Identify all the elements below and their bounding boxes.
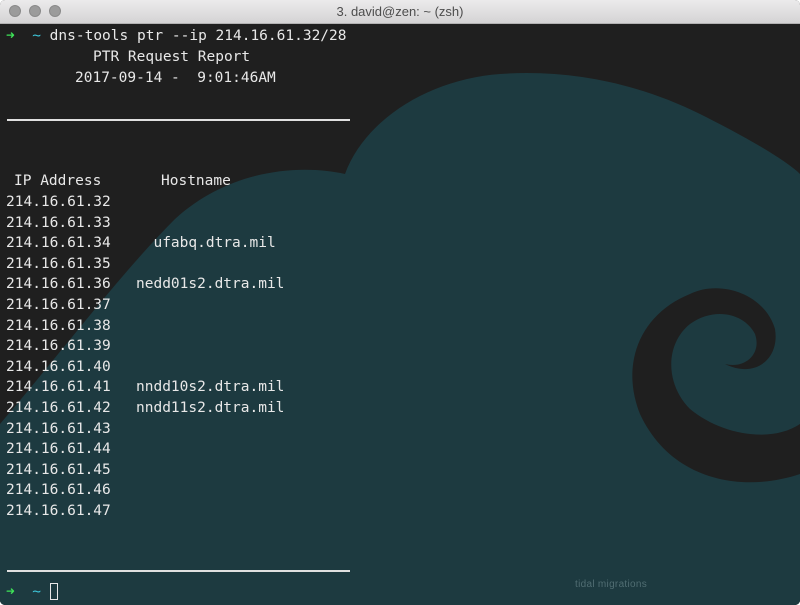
- ip-address-cell: 214.16.61.46: [6, 482, 111, 499]
- table-row: 214.16.61.39: [6, 336, 136, 356]
- text-cursor: [49, 583, 58, 600]
- ip-address-cell: 214.16.61.32: [6, 194, 111, 210]
- ip-address-cell: 214.16.61.34: [6, 235, 111, 252]
- ip-address-cell: 214.16.61.45: [6, 461, 111, 478]
- column-header-hostname: Hostname: [161, 173, 231, 189]
- ip-address-cell: 214.16.61.44: [6, 441, 111, 458]
- table-row: 214.16.61.33: [6, 213, 136, 233]
- command-text: dns-tools ptr --ip 214.16.61.32/28: [49, 28, 347, 44]
- ip-address-cell: 214.16.61.33: [6, 214, 111, 231]
- prompt-line[interactable]: ➜ ~: [6, 582, 58, 602]
- ip-address-cell: 214.16.61.39: [6, 338, 111, 355]
- hostname-cell: nedd01s2.dtra.mil: [136, 276, 285, 293]
- table-row: 214.16.61.32: [6, 192, 136, 212]
- terminal-body[interactable]: ➜ ~ dns-tools ptr --ip 214.16.61.32/28 P…: [0, 24, 800, 605]
- terminal-window: 3. david@zen: ~ (zsh) ➜ ~ dns-tools ptr …: [0, 0, 800, 605]
- table-row: 214.16.61.44: [6, 439, 136, 459]
- ip-address-cell: 214.16.61.37: [6, 297, 111, 313]
- table-row: 214.16.61.42 nndd11s2.dtra.mil: [6, 398, 284, 418]
- watermark-text: tidal migrations: [575, 579, 648, 590]
- ip-address-cell: 214.16.61.43: [6, 420, 111, 437]
- window-title: 3. david@zen: ~ (zsh): [336, 4, 464, 19]
- ip-address-cell: 214.16.61.42: [6, 400, 111, 416]
- ip-address-cell: 214.16.61.38: [6, 317, 111, 334]
- hostname-cell: nndd11s2.dtra.mil: [136, 400, 285, 416]
- title-bar: 3. david@zen: ~ (zsh): [0, 0, 800, 24]
- prompt-arrow-icon: ➜: [6, 584, 15, 600]
- table-row: 214.16.61.35: [6, 254, 136, 274]
- table-row: 214.16.61.43: [6, 419, 136, 439]
- ip-address-cell: 214.16.61.36: [6, 276, 111, 293]
- table-row: 214.16.61.47: [6, 501, 136, 521]
- table-row: 214.16.61.38: [6, 316, 136, 336]
- report-timestamp: 2017-09-14 - 9:01:46AM: [75, 70, 276, 86]
- table-row: 214.16.61.34 ufabq.dtra.mil: [6, 233, 276, 253]
- table-row: 214.16.61.45: [6, 460, 136, 480]
- hostname-cell: ufabq.dtra.mil: [136, 235, 276, 252]
- ip-address-cell: 214.16.61.35: [6, 255, 111, 272]
- divider-top: [7, 119, 350, 121]
- table-row: 214.16.61.36 nedd01s2.dtra.mil: [6, 274, 284, 294]
- prompt-arrow-icon: ➜: [6, 28, 15, 44]
- column-header-ip: IP Address: [14, 173, 102, 189]
- table-row: 214.16.61.46: [6, 480, 136, 500]
- prompt-directory: ~: [32, 28, 41, 44]
- prompt-directory: ~: [32, 584, 41, 600]
- table-row: 214.16.61.40: [6, 357, 136, 377]
- ip-address-cell: 214.16.61.41: [6, 379, 111, 396]
- hostname-cell: nndd10s2.dtra.mil: [136, 379, 285, 396]
- table-row: 214.16.61.41 nndd10s2.dtra.mil: [6, 377, 284, 397]
- ip-address-cell: 214.16.61.47: [6, 503, 111, 519]
- divider-bottom: [7, 570, 350, 572]
- table-row: 214.16.61.37: [6, 295, 136, 315]
- ip-address-cell: 214.16.61.40: [6, 358, 111, 375]
- command-line: ➜ ~ dns-tools ptr --ip 214.16.61.32/28: [6, 26, 346, 46]
- report-heading: PTR Request Report: [93, 49, 251, 65]
